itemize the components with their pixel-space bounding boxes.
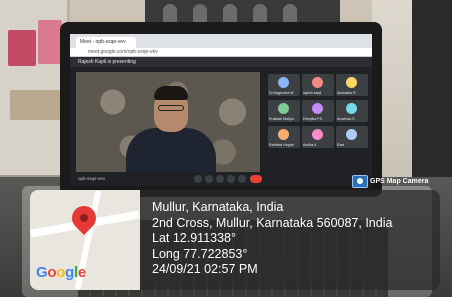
participant-tile[interactable]: Ravi [336,126,368,148]
longitude-line: Long 77.722853° [152,246,248,261]
mic-button[interactable] [194,175,202,183]
meeting-controls: opb-ssqe-vev [70,172,372,186]
avatar [312,103,323,114]
laptop-screen: Meet - opb-ssqe-vev meet.google.com/opb-… [70,34,372,186]
participant-tile[interactable]: Dr.Nagendra M [268,74,300,96]
gps-camera-label: GPS Map Camera [370,178,429,185]
shelf-box [8,30,36,66]
participant-grid: Dr.Nagendra M rajesh kapil Akshatha R Pr… [266,72,370,172]
participant-name: Dr.Nagendra M [269,91,294,95]
avatar [346,103,357,114]
participant-name: Deepika PS [303,117,322,121]
browser-tab[interactable]: Meet - opb-ssqe-vev [76,37,136,48]
poster-item [193,4,207,24]
avatar [346,77,357,88]
participant-name: Prakash Mallya [269,117,294,121]
poster-item [223,4,237,24]
address-bar[interactable]: meet.google.com/opb-ssqe-vev [70,48,372,57]
participant-tile[interactable]: Anitha A [302,126,334,148]
google-logo: Google [36,264,86,281]
presenter-hair [154,86,188,100]
door [412,0,452,180]
avatar [312,77,323,88]
captions-button[interactable] [216,175,224,183]
datetime-line: 24/09/21 02:57 PM [152,262,258,276]
avatar [312,129,323,140]
end-call-button[interactable] [250,175,262,183]
presenter-glasses [158,105,184,111]
poster-item [283,4,297,24]
city-line: Mullur, Karnataka, India [152,200,284,214]
address-text: meet.google.com/opb-ssqe-vev [88,49,158,55]
avatar [278,103,289,114]
participant-tile[interactable]: Pavithra Hegde [268,126,300,148]
meeting-code: opb-ssqe-vev [78,176,106,181]
address-line: 2nd Cross, Mullur, Karnataka 560087, Ind… [152,215,393,230]
latitude-line: Lat 12.911338° [152,231,237,245]
participant-name: Anitha A [303,143,317,147]
location-info: Mullur, Karnataka, India 2nd Cross, Mull… [152,200,392,278]
presenting-bar: Rajesh Kapil is presenting [70,57,372,67]
camera-button[interactable] [205,175,213,183]
shelf-box [10,90,60,120]
poster-item [253,4,267,24]
main-video-tile[interactable] [76,72,260,172]
gps-camera-icon [352,175,368,188]
presenter-body [126,128,216,172]
avatar [278,129,289,140]
participant-name: Aravinda S [337,117,355,121]
participant-name: Pavithra Hegde [269,143,294,147]
participant-tile[interactable]: rajesh kapil [302,74,334,96]
participant-name: rajesh kapil [303,91,322,95]
present-button[interactable] [227,175,235,183]
shelf-box [38,20,62,64]
participant-name: Ravi [337,143,345,147]
browser-tab-bar: Meet - opb-ssqe-vev [70,34,372,48]
participant-tile[interactable]: Prakash Mallya [268,100,300,122]
participant-tile[interactable]: Akshatha R [336,74,368,96]
presenting-text: Rajesh Kapil is presenting [78,59,136,65]
more-options-button[interactable] [238,175,246,183]
participant-name: Akshatha R [337,91,356,95]
participant-tile[interactable]: Aravinda S [336,100,368,122]
participant-tile[interactable]: Deepika PS [302,100,334,122]
avatar [346,129,357,140]
poster-item [163,4,177,24]
avatar [278,77,289,88]
map-pin-dot [80,214,88,222]
